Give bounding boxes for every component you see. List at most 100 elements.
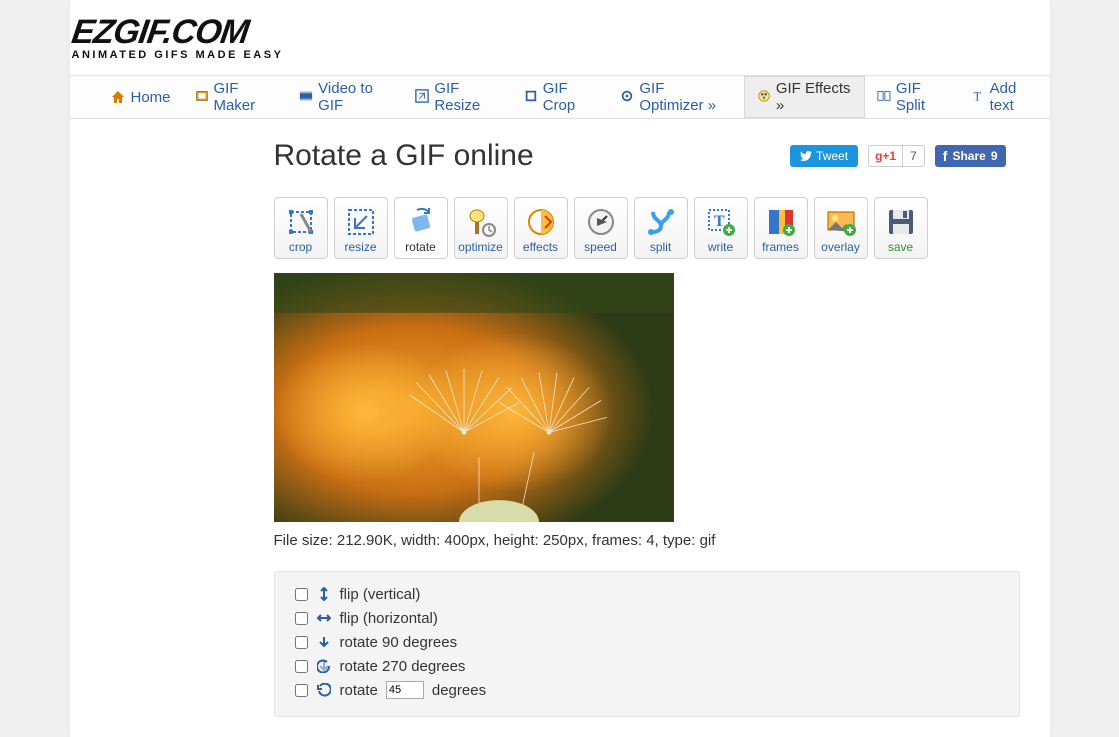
main-nav: Home GIF Maker Video to GIF GIF Resize G… (70, 75, 1050, 119)
option-rotate-custom: rotate degrees (295, 678, 999, 702)
rotate-degrees-input[interactable] (386, 681, 424, 699)
nav-gif-split[interactable]: GIF Split (865, 76, 959, 118)
nav-label: GIF Resize (434, 80, 499, 114)
logo-main: EZGIF.COM (69, 18, 249, 47)
optimizer-icon (620, 89, 634, 105)
effects-tool-icon (523, 204, 559, 240)
svg-text:T: T (714, 213, 725, 230)
tool-overlay[interactable]: overlay (814, 197, 868, 259)
nav-label: Video to GIF (318, 80, 391, 114)
tool-label: speed (584, 240, 617, 254)
nav-label: GIF Optimizer » (639, 80, 731, 114)
tweet-label: Tweet (816, 149, 848, 163)
split-icon (877, 89, 891, 105)
flip-horizontal-icon (316, 610, 332, 626)
flip-vertical-icon (316, 586, 332, 602)
tool-label: save (888, 240, 913, 254)
option-label: flip (horizontal) (340, 610, 438, 627)
rotate-90-icon (316, 634, 332, 650)
rotate-options-panel: flip (vertical) flip (horizontal) rotate… (274, 571, 1020, 717)
frames-tool-icon (763, 204, 799, 240)
option-flip-vertical: flip (vertical) (295, 582, 999, 606)
maker-icon (195, 89, 209, 105)
page-title: Rotate a GIF online (274, 139, 534, 173)
nav-gif-effects[interactable]: GIF Effects » (744, 76, 865, 118)
home-icon (110, 89, 126, 105)
nav-home[interactable]: Home (98, 76, 183, 118)
option-rotate-90: rotate 90 degrees (295, 630, 999, 654)
tool-speed[interactable]: speed (574, 197, 628, 259)
speed-tool-icon (583, 204, 619, 240)
twitter-icon (800, 150, 812, 162)
tool-label: frames (762, 240, 799, 254)
tool-label: split (650, 240, 671, 254)
rotate-270-checkbox[interactable] (295, 660, 308, 673)
rotate-custom-icon (316, 682, 332, 698)
flip-horizontal-checkbox[interactable] (295, 612, 308, 625)
tool-effects[interactable]: effects (514, 197, 568, 259)
nav-video-to-gif[interactable]: Video to GIF (287, 76, 403, 118)
gif-preview (274, 273, 674, 522)
gplus-button[interactable]: g+1 7 (868, 145, 925, 167)
tool-label: effects (523, 240, 558, 254)
nav-label: GIF Split (896, 80, 947, 114)
video-icon (299, 89, 313, 105)
flip-vertical-checkbox[interactable] (295, 588, 308, 601)
tool-label: resize (344, 240, 376, 254)
nav-gif-maker[interactable]: GIF Maker (183, 76, 288, 118)
tool-crop[interactable]: crop (274, 197, 328, 259)
tool-split[interactable]: split (634, 197, 688, 259)
nav-add-text[interactable]: T Add text (959, 76, 1050, 118)
write-tool-icon: T (703, 204, 739, 240)
option-label: rotate 270 degrees (340, 658, 466, 675)
gplus-count: 7 (902, 146, 924, 166)
tool-frames[interactable]: frames (754, 197, 808, 259)
tool-toolbar: crop resize rotate optimize effects spee… (274, 197, 1050, 259)
nav-gif-crop[interactable]: GIF Crop (512, 76, 609, 118)
nav-label: GIF Effects » (776, 80, 852, 114)
tool-label: rotate (405, 240, 436, 254)
tool-label: crop (289, 240, 312, 254)
optimize-tool-icon (463, 204, 499, 240)
rotate-custom-checkbox[interactable] (295, 684, 308, 697)
share-buttons: Tweet g+1 7 f Share 9 (790, 145, 1005, 167)
nav-label: Add text (990, 80, 1038, 114)
rotate-270-icon (316, 658, 332, 674)
svg-text:T: T (973, 89, 981, 103)
fb-label: Share (952, 149, 985, 163)
option-label: rotate 90 degrees (340, 634, 458, 651)
resize-icon (415, 89, 429, 105)
gplus-label: g+1 (869, 146, 902, 166)
tool-label: optimize (458, 240, 503, 254)
save-tool-icon (883, 204, 919, 240)
text-icon: T (971, 89, 985, 105)
option-label-post: degrees (432, 682, 486, 699)
crop-tool-icon (283, 204, 319, 240)
crop-icon (524, 89, 538, 105)
tool-rotate[interactable]: rotate (394, 197, 448, 259)
option-label: flip (vertical) (340, 586, 421, 603)
rotate-tool-icon (403, 204, 439, 240)
effects-icon (757, 89, 771, 105)
tweet-button[interactable]: Tweet (790, 145, 858, 167)
nav-gif-optimizer[interactable]: GIF Optimizer » (608, 76, 743, 118)
fb-share-button[interactable]: f Share 9 (935, 145, 1006, 167)
tool-label: write (708, 240, 733, 254)
option-rotate-270: rotate 270 degrees (295, 654, 999, 678)
tool-optimize[interactable]: optimize (454, 197, 508, 259)
option-label-pre: rotate (340, 682, 378, 699)
tool-label: overlay (821, 240, 860, 254)
nav-label: Home (131, 89, 171, 106)
tool-write[interactable]: T write (694, 197, 748, 259)
facebook-icon: f (943, 150, 948, 162)
rotate-90-checkbox[interactable] (295, 636, 308, 649)
tool-resize[interactable]: resize (334, 197, 388, 259)
fb-count: 9 (991, 149, 998, 163)
file-info: File size: 212.90K, width: 400px, height… (274, 532, 1050, 549)
logo[interactable]: EZGIF.COM ANIMATED GIFS MADE EASY (72, 18, 1050, 61)
resize-tool-icon (343, 204, 379, 240)
split-tool-icon (643, 204, 679, 240)
overlay-tool-icon (823, 204, 859, 240)
nav-gif-resize[interactable]: GIF Resize (403, 76, 511, 118)
tool-save[interactable]: save (874, 197, 928, 259)
